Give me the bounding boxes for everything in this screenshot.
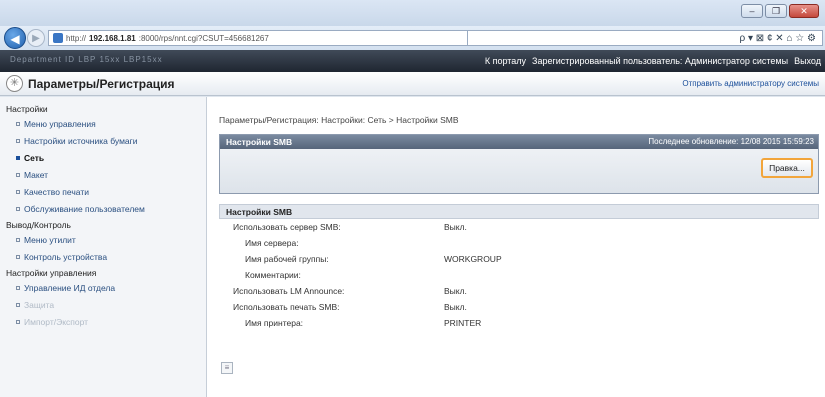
smb-settings-panel: Настройки SMB Последнее обновление: 12/0…: [219, 134, 819, 194]
sidebar-item-user-maintenance[interactable]: Обслуживание пользователем: [0, 200, 206, 217]
site-favicon-icon: [53, 33, 63, 43]
browser-titlebar: – ❐ ✕: [0, 0, 825, 26]
logout-link[interactable]: Выход: [794, 56, 821, 66]
panel-title-bar: Настройки SMB Последнее обновление: 12/0…: [220, 135, 818, 149]
row-value: WORKGROUP: [444, 254, 502, 264]
sidebar-item-utility-menu[interactable]: Меню утилит: [0, 231, 206, 248]
address-bar[interactable]: http://192.168.1.81:8000/rps/nnt.cgi?CSU…: [48, 30, 468, 46]
sidebar-item-control-menu[interactable]: Меню управления: [0, 115, 206, 132]
minimize-button[interactable]: –: [741, 4, 763, 18]
table-row: Использовать печать SMB: Выкл.: [219, 299, 819, 315]
sidebar-item-layout[interactable]: Макет: [0, 166, 206, 183]
forward-button[interactable]: ▶: [27, 29, 45, 47]
row-label: Имя принтера:: [245, 318, 304, 328]
row-value: PRINTER: [444, 318, 482, 328]
bullet-icon: [16, 155, 20, 160]
url-path: :8000/rps/nnt.cgi?CSUT=456681267: [138, 33, 269, 43]
edit-button[interactable]: Правка...: [761, 158, 813, 178]
panel-title: Настройки SMB: [226, 137, 293, 147]
row-value: Выкл.: [444, 302, 467, 312]
bullet-icon: [16, 319, 20, 324]
top-band: Department ID LBP 15xx LBP15xx К порталу…: [0, 50, 825, 72]
breadcrumb: Параметры/Регистрация: Настройки: Сеть >…: [219, 115, 459, 125]
sidebar-item-network[interactable]: Сеть: [0, 149, 206, 166]
logged-user-text: Зарегистрированный пользователь: Админис…: [532, 56, 789, 66]
bullet-icon: [16, 237, 20, 242]
sidebar: Настройки Меню управления Настройки исто…: [0, 97, 207, 397]
main-content: Параметры/Регистрация: Настройки: Сеть >…: [207, 97, 825, 397]
table-row: Имя принтера: PRINTER: [219, 315, 819, 331]
row-label: Использовать сервер SMB:: [233, 222, 341, 232]
bullet-icon: [16, 189, 20, 194]
table-row: Использовать LM Announce: Выкл.: [219, 283, 819, 299]
sidebar-item-security[interactable]: Защита: [0, 296, 206, 313]
back-button[interactable]: ◀: [4, 27, 26, 49]
bullet-icon: [16, 302, 20, 307]
bullet-icon: [16, 121, 20, 126]
sidebar-item-print-quality[interactable]: Качество печати: [0, 183, 206, 200]
close-window-button[interactable]: ✕: [789, 4, 819, 18]
portal-link[interactable]: К порталу: [485, 56, 526, 66]
url-prefix: http://: [66, 33, 87, 43]
url-host: 192.168.1.81: [89, 33, 136, 43]
browser-address-row: ◀ ▶ http://192.168.1.81:8000/rps/nnt.cgi…: [0, 26, 825, 50]
bullet-icon: [16, 254, 20, 259]
smb-details-section: Настройки SMB Использовать сервер SMB: Вы…: [219, 204, 819, 331]
table-row: Имя сервера:: [219, 235, 819, 251]
row-label: Имя сервера:: [245, 238, 299, 248]
sidebar-item-paper-source[interactable]: Настройки источника бумаги: [0, 132, 206, 149]
sidebar-category-management[interactable]: Настройки управления: [0, 265, 206, 279]
sidebar-category-output-control[interactable]: Вывод/Контроль: [0, 217, 206, 231]
sidebar-item-import-export[interactable]: Импорт/Экспорт: [0, 313, 206, 330]
table-row: Имя рабочей группы: WORKGROUP: [219, 251, 819, 267]
table-row: Использовать сервер SMB: Выкл.: [219, 219, 819, 235]
maximize-button[interactable]: ❐: [765, 4, 787, 18]
row-value: Выкл.: [444, 286, 467, 296]
row-label: Имя рабочей группы:: [245, 254, 329, 264]
sidebar-item-department-id[interactable]: Управление ИД отдела: [0, 279, 206, 296]
mail-admin-link[interactable]: Отправить администратору системы: [682, 79, 819, 88]
row-value: Выкл.: [444, 222, 467, 232]
settings-gear-icon: ✳: [6, 75, 23, 92]
row-label: Использовать печать SMB:: [233, 302, 340, 312]
sidebar-item-device-control[interactable]: Контроль устройства: [0, 248, 206, 265]
page-title: Параметры/Регистрация: [28, 77, 175, 91]
row-label: Использовать LM Announce:: [233, 286, 345, 296]
bullet-icon: [16, 172, 20, 177]
address-bar-controls[interactable]: ρ ▾ ⊠ ¢ ✕ ⌂ ☆ ⚙: [468, 30, 823, 46]
details-title: Настройки SMB: [219, 204, 819, 219]
panel-toolbar: Правка...: [220, 149, 818, 193]
bullet-icon: [16, 285, 20, 290]
table-row: Комментарии:: [219, 267, 819, 283]
scroll-top-icon[interactable]: ≡: [221, 362, 233, 374]
bullet-icon: [16, 138, 20, 143]
page-header: ✳ Параметры/Регистрация Отправить админи…: [0, 72, 825, 96]
bullet-icon: [16, 206, 20, 211]
row-label: Комментарии:: [245, 270, 301, 280]
device-name: Department ID LBP 15xx LBP15xx: [10, 55, 163, 64]
sidebar-category-settings[interactable]: Настройки: [0, 101, 206, 115]
last-updated-text: Последнее обновление: 12/08 2015 15:59:2…: [648, 137, 814, 146]
